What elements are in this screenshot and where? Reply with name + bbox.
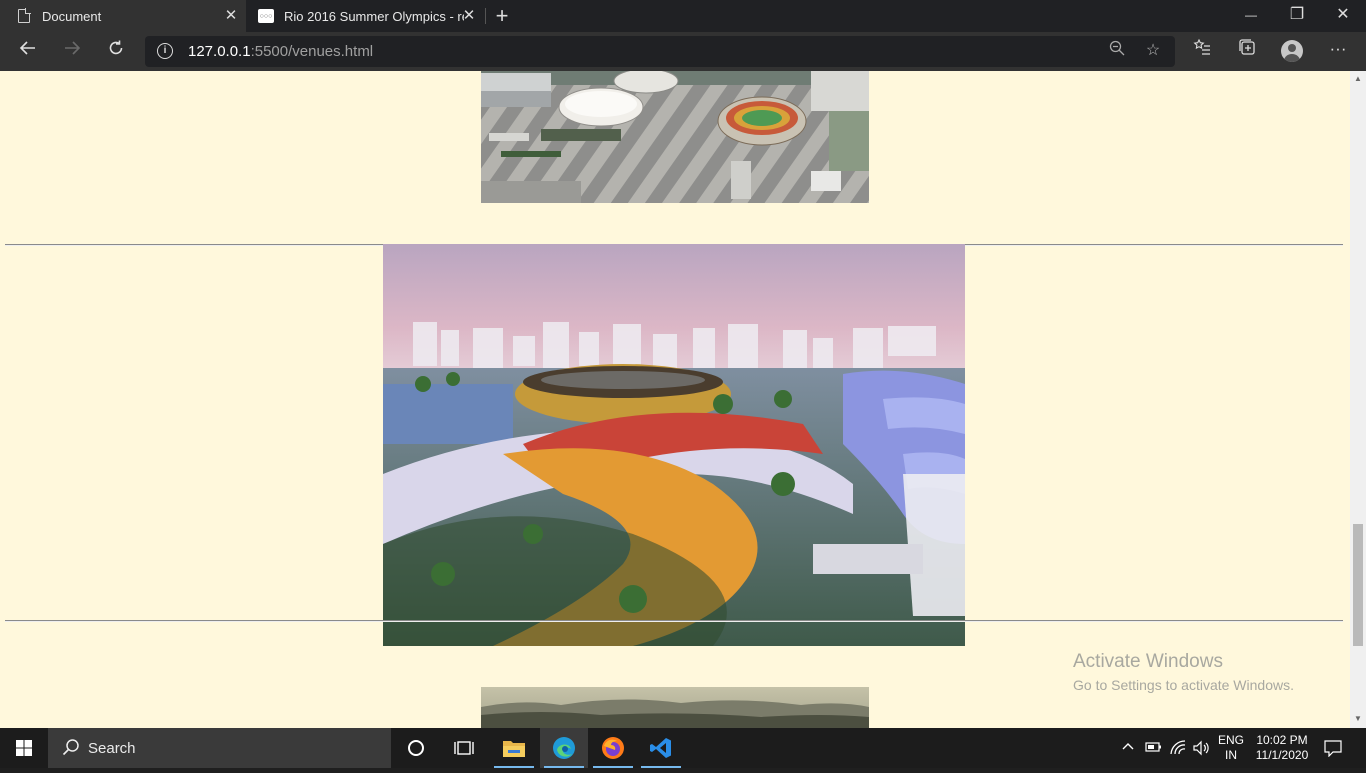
activate-windows-watermark: Activate Windows Go to Settings to activ… bbox=[1073, 651, 1294, 693]
refresh-button[interactable] bbox=[101, 36, 131, 66]
document-icon bbox=[18, 8, 31, 23]
browser-tab-strip: Document ✕ ○○○ Rio 2016 Summer Olympics … bbox=[0, 0, 1366, 32]
url-text[interactable]: 127.0.0.1:5500/venues.html bbox=[188, 43, 373, 60]
scroll-down-arrow[interactable]: ▼ bbox=[1350, 714, 1366, 723]
notifications-icon[interactable] bbox=[1323, 739, 1343, 760]
zoom-icon[interactable] bbox=[1106, 40, 1128, 63]
search-icon bbox=[62, 738, 82, 758]
olympic-rings-favicon: ○○○ bbox=[258, 9, 274, 23]
tab-title: Rio 2016 Summer Olympics - res bbox=[284, 8, 464, 24]
minimize-button[interactable]: — bbox=[1228, 0, 1274, 30]
back-button[interactable] bbox=[13, 36, 43, 66]
forward-button[interactable] bbox=[57, 36, 87, 66]
favorites-list-icon[interactable] bbox=[1190, 38, 1214, 63]
venue-image-olympic-park-render bbox=[383, 244, 965, 646]
page-scrollbar[interactable]: ▲ ▼ bbox=[1350, 71, 1366, 728]
forward-icon bbox=[65, 41, 81, 55]
scroll-up-arrow[interactable]: ▲ bbox=[1350, 74, 1366, 83]
taskbar-search-box[interactable]: Search bbox=[48, 728, 391, 768]
venue-image-mountain-landscape bbox=[481, 687, 869, 728]
search-placeholder: Search bbox=[88, 740, 136, 757]
watermark-title: Activate Windows bbox=[1073, 651, 1223, 672]
cortana-icon[interactable] bbox=[392, 728, 440, 768]
divider-line bbox=[5, 620, 1343, 622]
back-icon bbox=[19, 41, 35, 55]
new-tab-button[interactable]: + bbox=[490, 3, 514, 29]
tab-rio-olympics[interactable]: ○○○ Rio 2016 Summer Olympics - res ✕ bbox=[246, 0, 484, 32]
refresh-icon bbox=[109, 40, 123, 55]
battery-icon[interactable] bbox=[1144, 740, 1162, 757]
close-tab-icon[interactable]: ✕ bbox=[222, 7, 240, 25]
browser-toolbar: i 127.0.0.1:5500/venues.html ☆ ··· bbox=[0, 32, 1366, 71]
clock-time: 10:02 PM bbox=[1256, 733, 1308, 747]
close-window-button[interactable]: ✕ bbox=[1320, 0, 1366, 30]
input-language-indicator[interactable]: ENG IN bbox=[1214, 733, 1248, 763]
vscode-icon[interactable] bbox=[637, 728, 685, 768]
region-code: IN bbox=[1225, 748, 1237, 762]
windows-logo-icon bbox=[16, 740, 32, 756]
tab-document[interactable]: Document ✕ bbox=[0, 0, 246, 32]
start-button[interactable] bbox=[0, 728, 48, 768]
tab-separator bbox=[485, 8, 486, 24]
restore-button[interactable]: ❐ bbox=[1274, 0, 1320, 30]
clock-date: 11/1/2020 bbox=[1255, 748, 1309, 762]
watermark-subtitle: Go to Settings to activate Windows. bbox=[1073, 677, 1294, 693]
clock[interactable]: 10:02 PM 11/1/2020 bbox=[1252, 733, 1312, 763]
profile-avatar[interactable] bbox=[1281, 40, 1303, 62]
venue-image-olympic-park-aerial bbox=[481, 71, 869, 203]
page-viewport: Activate Windows Go to Settings to activ… bbox=[0, 71, 1350, 728]
more-menu-icon[interactable]: ··· bbox=[1326, 37, 1350, 61]
windows-taskbar: Search ENG IN 10:02 PM 11/1/2020 bbox=[0, 728, 1366, 768]
close-tab-icon[interactable]: ✕ bbox=[460, 7, 478, 25]
favorite-star-icon[interactable]: ☆ bbox=[1142, 40, 1164, 62]
tab-title: Document bbox=[42, 8, 102, 24]
site-info-icon[interactable]: i bbox=[157, 43, 173, 59]
wifi-icon[interactable] bbox=[1169, 740, 1187, 759]
task-view-icon[interactable] bbox=[440, 728, 488, 768]
edge-icon[interactable] bbox=[540, 728, 588, 768]
firefox-icon[interactable] bbox=[589, 728, 637, 768]
file-explorer-icon[interactable] bbox=[490, 728, 538, 768]
show-hidden-icons-chevron[interactable] bbox=[1119, 739, 1137, 756]
address-bar[interactable]: i 127.0.0.1:5500/venues.html ☆ bbox=[145, 36, 1175, 67]
scrollbar-thumb[interactable] bbox=[1353, 524, 1363, 646]
collections-icon[interactable] bbox=[1235, 38, 1259, 63]
volume-icon[interactable] bbox=[1192, 740, 1210, 759]
language-code: ENG bbox=[1217, 733, 1244, 747]
